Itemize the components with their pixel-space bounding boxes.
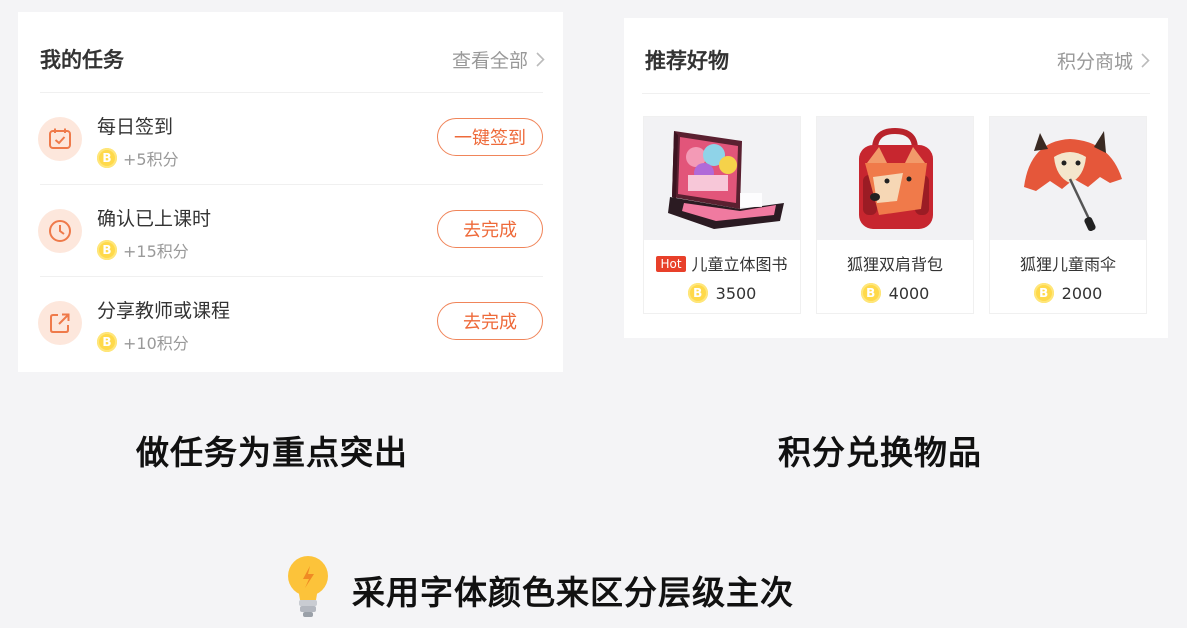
product-card[interactable]: 狐狸双肩背包 B 4000 [816, 116, 974, 314]
task-row: 确认已上课时 B +15积分 去完成 [38, 186, 543, 276]
tasks-card: 我的任务 查看全部 每日签到 B +5积分 一键签到 确认已上课时 B +15积… [18, 12, 563, 372]
task-points-value: +5积分 [123, 150, 179, 169]
divider [40, 92, 543, 93]
share-icon [38, 301, 82, 345]
divider [40, 184, 543, 185]
chevron-right-icon [536, 52, 545, 67]
product-card[interactable]: Hot 儿童立体图书 B 3500 [643, 116, 801, 314]
tasks-card-title: 我的任务 [40, 48, 124, 72]
coin-icon: B [1033, 283, 1054, 303]
clock-icon [38, 209, 82, 253]
fox-backpack-image [817, 117, 973, 240]
complete-task-button[interactable]: 去完成 [437, 210, 543, 248]
popup-book-image [644, 117, 800, 240]
divider [642, 93, 1150, 94]
caption-exchange: 积分兑换物品 [778, 433, 982, 472]
lightbulb-icon [288, 556, 328, 617]
task-points: B +10积分 [97, 330, 189, 354]
task-row: 每日签到 B +5积分 一键签到 [38, 94, 543, 184]
task-points-value: +15积分 [123, 242, 189, 261]
caption-tasks: 做任务为重点突出 [136, 433, 408, 472]
product-name: Hot 儿童立体图书 [644, 251, 800, 275]
price-value: 4000 [888, 283, 930, 303]
shop-card-title: 推荐好物 [645, 49, 729, 73]
recommended-goods-card: 推荐好物 积分商城 Hot 儿童立体图书 B 3500 狐狸双肩背包 B 400… [624, 18, 1168, 338]
coin-icon: B [97, 240, 117, 260]
fox-umbrella-image [990, 117, 1146, 240]
task-points-value: +10积分 [123, 334, 189, 353]
product-title: 狐狸双肩背包 [846, 255, 943, 274]
task-name: 确认已上课时 [97, 208, 212, 230]
calendar-check-icon [38, 117, 82, 161]
coin-icon: B [860, 283, 881, 303]
product-card[interactable]: 狐狸儿童雨伞 B 2000 [989, 116, 1147, 314]
price-value: 2000 [1061, 283, 1103, 303]
price-value: 3500 [715, 283, 757, 303]
hot-badge: Hot [656, 256, 686, 272]
task-row: 分享教师或课程 B +10积分 去完成 [38, 278, 543, 368]
task-name: 每日签到 [97, 116, 174, 138]
coin-icon: B [97, 148, 117, 168]
points-mall-label: 积分商城 [1056, 51, 1133, 73]
view-all-link[interactable]: 查看全部 [452, 46, 545, 73]
coin-icon: B [687, 283, 708, 303]
points-mall-link[interactable]: 积分商城 [1057, 47, 1150, 74]
product-price: B 4000 [817, 283, 973, 303]
caption-hierarchy: 采用字体颜色来区分层级主次 [352, 573, 794, 612]
complete-task-button[interactable]: 去完成 [437, 302, 543, 340]
task-points: B +5积分 [97, 146, 179, 170]
coin-icon: B [97, 332, 117, 352]
product-price: B 3500 [644, 283, 800, 303]
product-title: 狐狸儿童雨伞 [1019, 255, 1116, 274]
task-name: 分享教师或课程 [97, 300, 231, 322]
one-click-checkin-button[interactable]: 一键签到 [437, 118, 543, 156]
divider [40, 276, 543, 277]
chevron-right-icon [1141, 53, 1150, 68]
view-all-label: 查看全部 [451, 50, 528, 72]
product-price: B 2000 [990, 283, 1146, 303]
product-title: 儿童立体图书 [691, 255, 788, 274]
task-points: B +15积分 [97, 238, 189, 262]
